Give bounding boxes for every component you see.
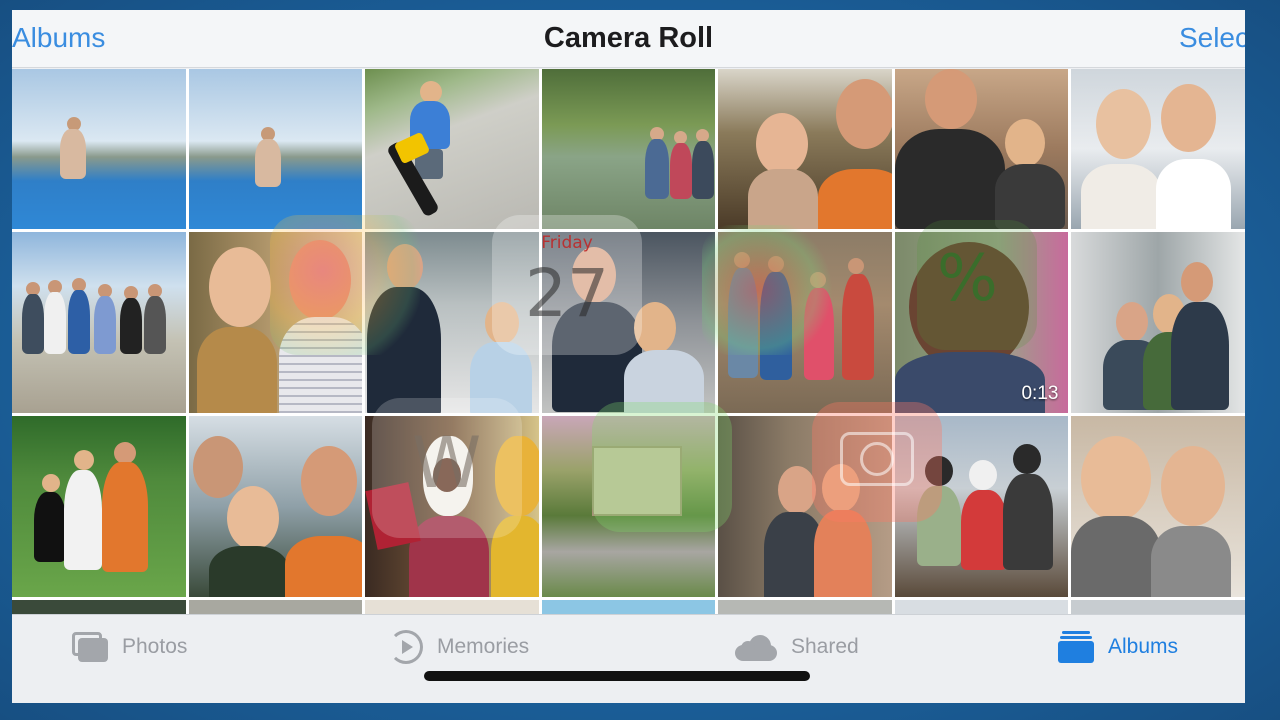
photo-thumbnail[interactable]	[188, 69, 363, 229]
calculator-icon: %	[917, 220, 1037, 350]
photo-thumbnail[interactable]	[12, 69, 186, 229]
photo-thumbnail[interactable]	[1071, 232, 1245, 413]
photo-thumbnail[interactable]	[12, 416, 186, 597]
music-icon: W	[372, 398, 522, 538]
photo-thumbnail[interactable]	[894, 69, 1069, 229]
calendar-day-label: Friday	[541, 233, 593, 253]
game-center-icon	[270, 215, 420, 355]
calendar-day-number: 27	[525, 255, 609, 332]
home-indicator[interactable]	[424, 671, 810, 681]
photos-stack-icon	[72, 632, 108, 662]
photo-thumbnail[interactable]	[1071, 416, 1245, 597]
photo-thumbnail[interactable]	[365, 69, 539, 229]
video-duration: 0:13	[1021, 383, 1059, 404]
tab-photos[interactable]: Photos	[72, 629, 187, 665]
albums-icon	[1058, 631, 1094, 663]
maps-icon	[592, 402, 732, 532]
photos-app-screen: Albums Camera Roll Selec 0:13 Friday 27 …	[12, 10, 1245, 703]
photo-thumbnail[interactable]	[541, 69, 716, 229]
find-my-icon	[702, 225, 842, 355]
tab-shared-label: Shared	[791, 635, 859, 658]
tab-albums-label: Albums	[1108, 635, 1179, 658]
select-button[interactable]: Selec	[1179, 22, 1245, 54]
cloud-icon	[735, 633, 777, 661]
tab-photos-label: Photos	[122, 635, 188, 658]
photo-thumbnail[interactable]	[718, 69, 892, 229]
photo-thumbnail[interactable]	[1071, 69, 1245, 229]
memories-icon	[389, 630, 423, 664]
photo-thumbnail[interactable]	[12, 232, 186, 413]
tab-shared[interactable]: Shared	[735, 629, 859, 665]
photo-thumbnail[interactable]	[188, 416, 363, 597]
tab-memories[interactable]: Memories	[389, 629, 529, 665]
page-title: Camera Roll	[543, 22, 714, 54]
calendar-icon: Friday 27	[492, 215, 642, 355]
tab-memories-label: Memories	[437, 635, 530, 658]
camera-icon	[812, 402, 942, 522]
tab-bar: Photos Memories Shared Albums	[12, 614, 1245, 703]
navigation-bar: Albums Camera Roll Selec	[12, 10, 1245, 68]
tab-albums[interactable]: Albums	[1058, 629, 1178, 665]
